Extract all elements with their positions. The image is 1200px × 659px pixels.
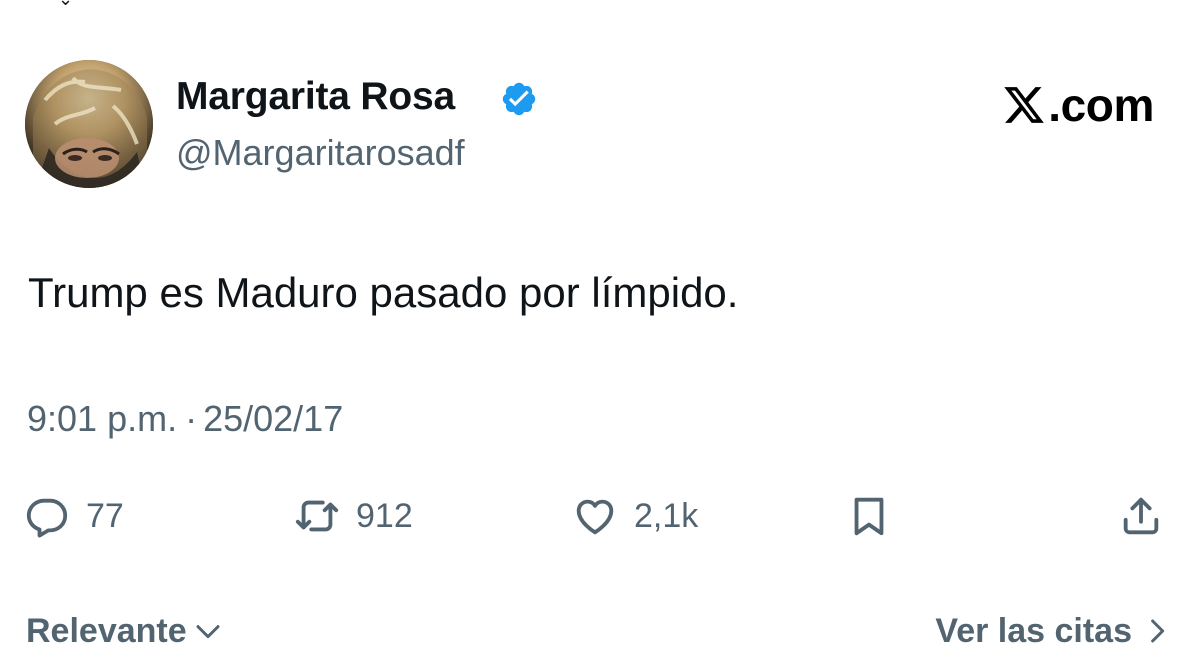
chevron-right-icon	[1151, 619, 1165, 643]
retweet-button[interactable]: 912	[294, 492, 413, 540]
reply-icon	[26, 498, 68, 538]
back-arrow-icon[interactable]: ⌄	[58, 0, 74, 8]
sort-label: Relevante	[26, 612, 187, 650]
tweet-date: 25/02/17	[203, 398, 344, 439]
share-button[interactable]	[1118, 492, 1164, 540]
reply-button[interactable]: 77	[24, 492, 124, 540]
tweet-text: Trump es Maduro pasado por límpido.	[28, 269, 739, 316]
view-quotes-label: Ver las citas	[935, 612, 1132, 650]
verified-badge-icon	[502, 82, 536, 116]
sort-dropdown[interactable]: Relevante	[26, 606, 223, 656]
like-count: 2,1k	[634, 497, 699, 535]
bookmark-icon	[854, 497, 884, 536]
chevron-down-icon	[196, 625, 220, 639]
like-button[interactable]: 2,1k	[572, 492, 698, 540]
avatar-photo	[25, 60, 153, 188]
x-logo-icon	[1004, 87, 1045, 123]
heart-icon	[576, 499, 614, 535]
view-quotes-link[interactable]: Ver las citas	[935, 606, 1172, 656]
xcom-text: .com	[1048, 79, 1154, 131]
retweet-icon	[295, 500, 339, 532]
timestamp-separator: ·	[185, 398, 198, 439]
tweet-timestamp[interactable]: 9:01 p.m. · 25/02/17	[27, 396, 343, 442]
bookmark-button[interactable]	[846, 492, 892, 540]
retweet-count: 912	[356, 497, 413, 535]
display-name[interactable]: Margarita Rosa	[176, 73, 455, 121]
reply-count: 77	[86, 497, 124, 535]
tweet-time: 9:01 p.m.	[27, 398, 178, 439]
xcom-logo: .com	[1002, 77, 1154, 133]
user-handle[interactable]: @Margaritarosadf	[176, 130, 465, 176]
avatar[interactable]	[25, 60, 153, 188]
share-icon	[1123, 497, 1159, 535]
